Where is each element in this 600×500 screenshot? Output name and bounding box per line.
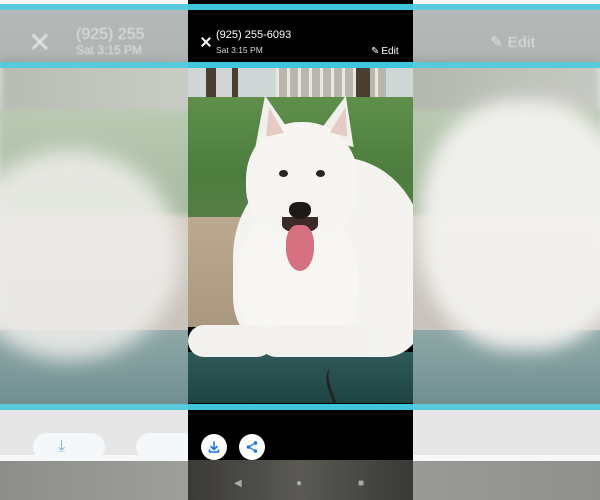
home-icon[interactable]: ● xyxy=(296,478,302,489)
bg-dog-blur-right xyxy=(420,100,600,350)
top-app-bar: (925) 255-6093 Sat 3:15 PM ✎ Edit xyxy=(188,10,413,62)
download-icon xyxy=(208,441,220,453)
pencil-icon: ✎ xyxy=(371,46,380,57)
bottom-action-bar xyxy=(188,410,413,460)
bg-edit-label: ✎ Edit xyxy=(490,34,536,51)
bg-download-pill xyxy=(33,433,105,461)
bg-download-icon: ⤓ xyxy=(58,438,66,455)
dog-eye-left xyxy=(279,170,288,177)
dog-photo xyxy=(188,67,413,403)
close-icon[interactable] xyxy=(198,35,214,51)
share-icon xyxy=(246,441,258,453)
contact-phone-number: (925) 255-6093 xyxy=(216,29,292,41)
cyan-line-middle xyxy=(188,62,413,68)
edit-button[interactable]: ✎ Edit xyxy=(371,46,399,57)
system-nav-bar: ◀ ● ■ xyxy=(188,460,413,500)
cyan-line-top xyxy=(188,4,413,10)
bg-edit-text: Edit xyxy=(507,34,536,51)
dog-tongue xyxy=(286,225,314,271)
download-button[interactable] xyxy=(201,434,227,460)
bg-share-pill xyxy=(136,433,196,461)
share-button[interactable] xyxy=(239,434,265,460)
back-icon[interactable]: ◀ xyxy=(234,478,242,489)
dog-eye-right xyxy=(316,170,325,177)
photo-viewer: (925) 255-6093 Sat 3:15 PM ✎ Edit ◀ ● ■ xyxy=(188,0,413,500)
dog-nose xyxy=(289,202,311,219)
recent-apps-icon[interactable]: ■ xyxy=(358,478,364,489)
bg-close-icon: ✕ xyxy=(28,27,52,58)
photo-bench xyxy=(188,352,413,403)
bg-timestamp: Sat 3:15 PM xyxy=(76,43,143,57)
dog-paw-right xyxy=(260,325,370,357)
message-timestamp: Sat 3:15 PM xyxy=(216,45,263,55)
bg-phone-number: (925) 255 xyxy=(76,26,145,43)
edit-label: Edit xyxy=(381,46,399,57)
